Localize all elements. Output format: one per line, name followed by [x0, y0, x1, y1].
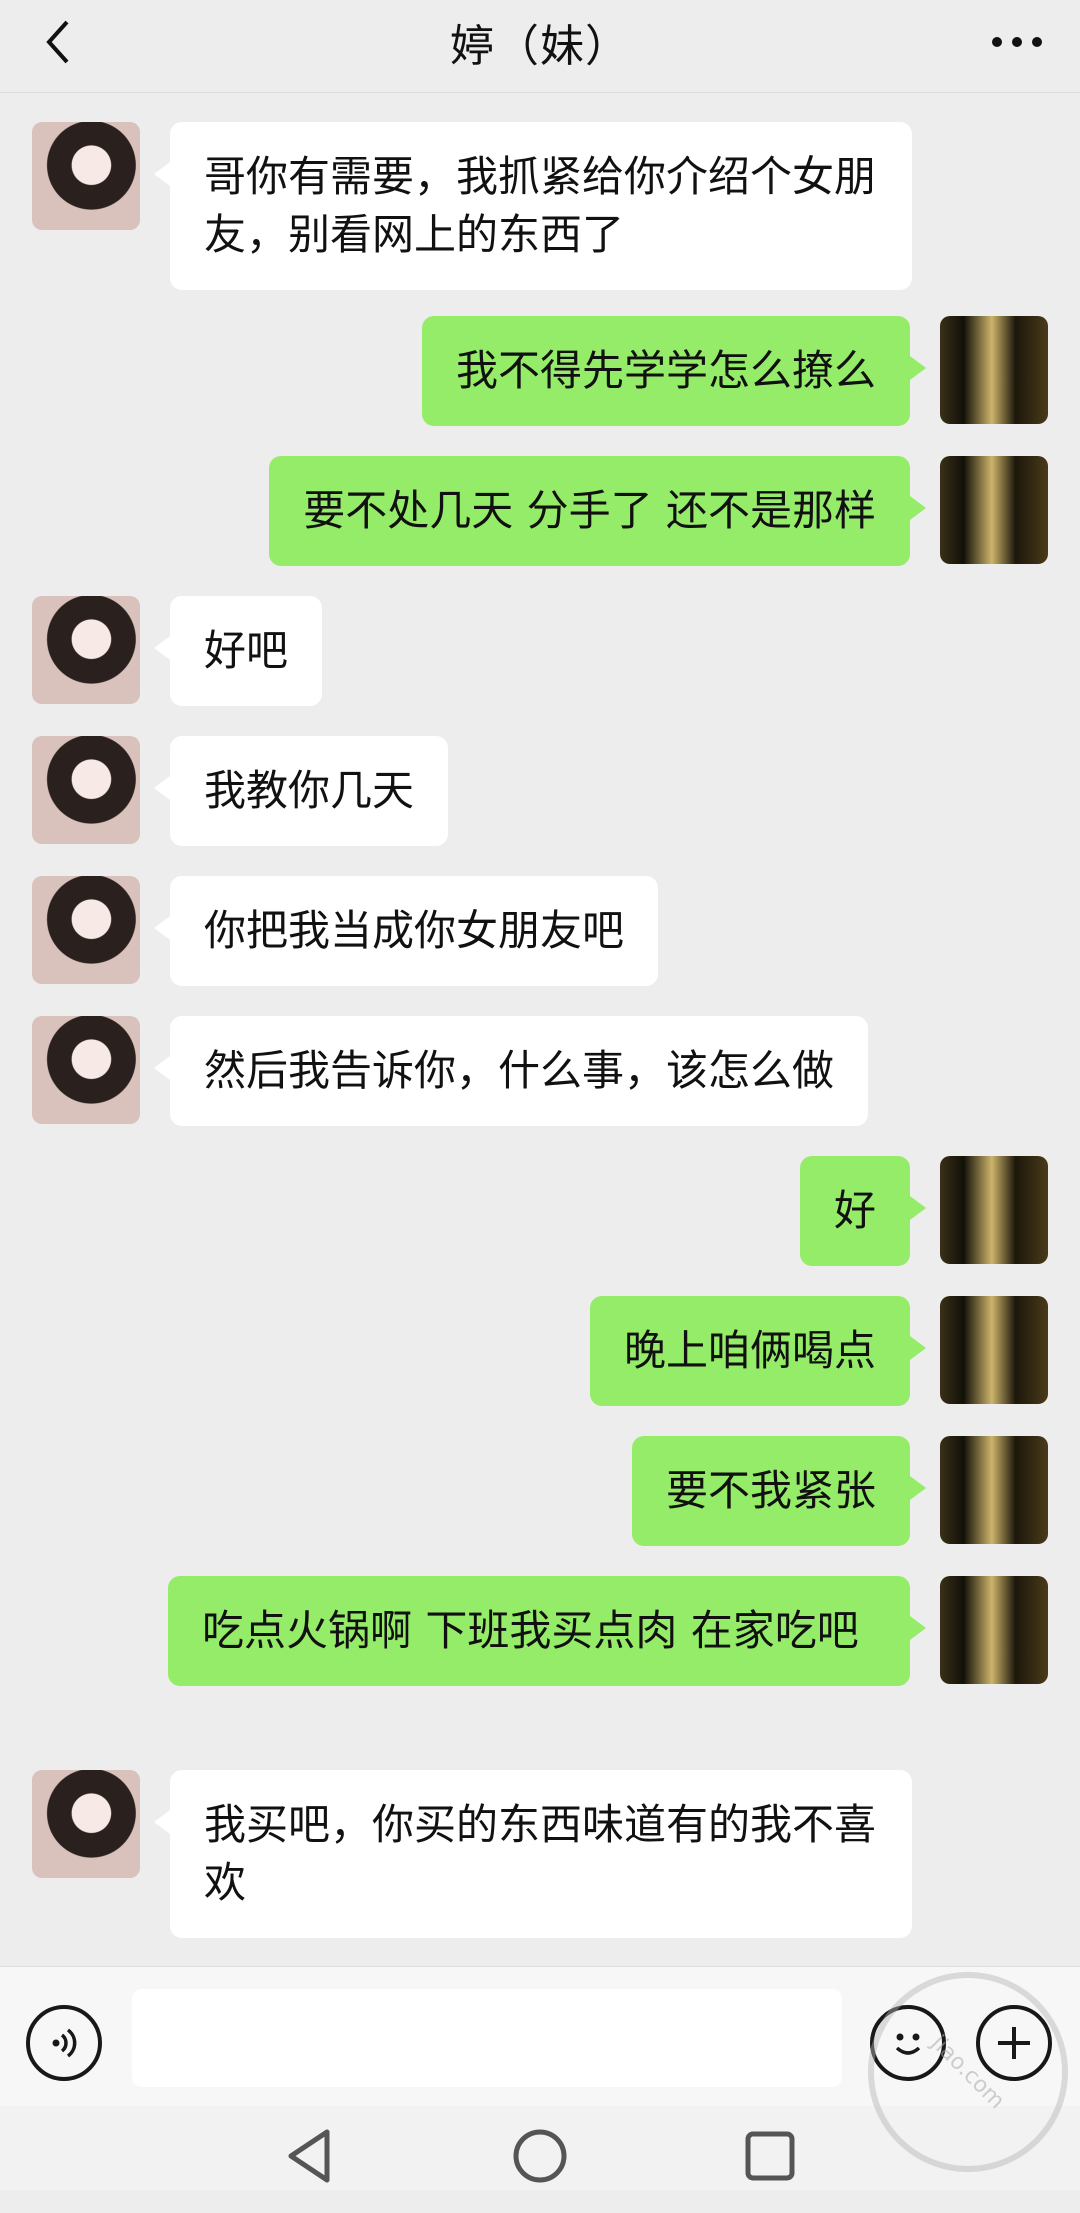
- my-avatar[interactable]: [940, 1576, 1048, 1684]
- contact-avatar[interactable]: [32, 596, 140, 704]
- message-bubble[interactable]: 好: [799, 1156, 927, 1266]
- message-bubble[interactable]: 然后我告诉你，什么事，该怎么做: [153, 1016, 869, 1126]
- plus-icon: [998, 2027, 1030, 2059]
- voice-icon: [52, 2028, 77, 2058]
- message-bubble[interactable]: 晚上咱俩喝点: [589, 1296, 927, 1406]
- square-recent-icon: [745, 2131, 795, 2181]
- nav-back-button[interactable]: [273, 2126, 343, 2190]
- smiley-icon: [895, 2033, 921, 2055]
- more-dots-icon: [992, 37, 1042, 47]
- message-input[interactable]: [132, 1989, 842, 2087]
- triangle-back-icon: [288, 2129, 330, 2183]
- message-bubble[interactable]: 你把我当成你女朋友吧: [153, 876, 659, 986]
- message-bubble[interactable]: 我买吧，你买的东西味道有的我不喜欢: [154, 1770, 912, 1938]
- add-more-button[interactable]: [976, 2005, 1052, 2081]
- contact-avatar[interactable]: [32, 1770, 140, 1878]
- my-avatar[interactable]: [940, 1436, 1048, 1544]
- chat-header: 婷（妹）: [0, 0, 1080, 93]
- message-bubble[interactable]: 好吧: [153, 596, 323, 706]
- my-avatar[interactable]: [940, 316, 1048, 424]
- my-avatar[interactable]: [940, 1156, 1048, 1264]
- contact-avatar[interactable]: [32, 122, 140, 230]
- my-avatar[interactable]: [940, 1296, 1048, 1404]
- message-bubble[interactable]: 要不处几天 分手了 还不是那样: [269, 456, 926, 566]
- message-bubble[interactable]: 吃点火锅啊 下班我买点肉 在家吃吧: [168, 1576, 926, 1686]
- message-bubble[interactable]: 我不得先学学怎么撩么: [421, 316, 927, 426]
- my-avatar[interactable]: [940, 456, 1048, 564]
- message-bubble[interactable]: 哥你有需要，我抓紧给你介绍个女朋友，别看网上的东西了: [154, 122, 912, 290]
- message-bubble[interactable]: 我教你几天: [153, 736, 449, 846]
- chat-title: 婷（妹）: [450, 21, 630, 72]
- input-bar: [0, 1966, 1080, 2107]
- contact-avatar[interactable]: [32, 876, 140, 984]
- contact-avatar[interactable]: [32, 1016, 140, 1124]
- nav-home-button[interactable]: [505, 2126, 575, 2190]
- circle-home-icon: [513, 2129, 567, 2183]
- message-bubble[interactable]: 要不我紧张: [631, 1436, 927, 1546]
- more-options-button[interactable]: [982, 12, 1052, 72]
- contact-avatar[interactable]: [32, 736, 140, 844]
- voice-button[interactable]: [26, 2005, 102, 2081]
- emoji-button[interactable]: [870, 2005, 946, 2081]
- nav-recent-apps-button[interactable]: [735, 2126, 805, 2190]
- system-nav-bar: [0, 2106, 1080, 2190]
